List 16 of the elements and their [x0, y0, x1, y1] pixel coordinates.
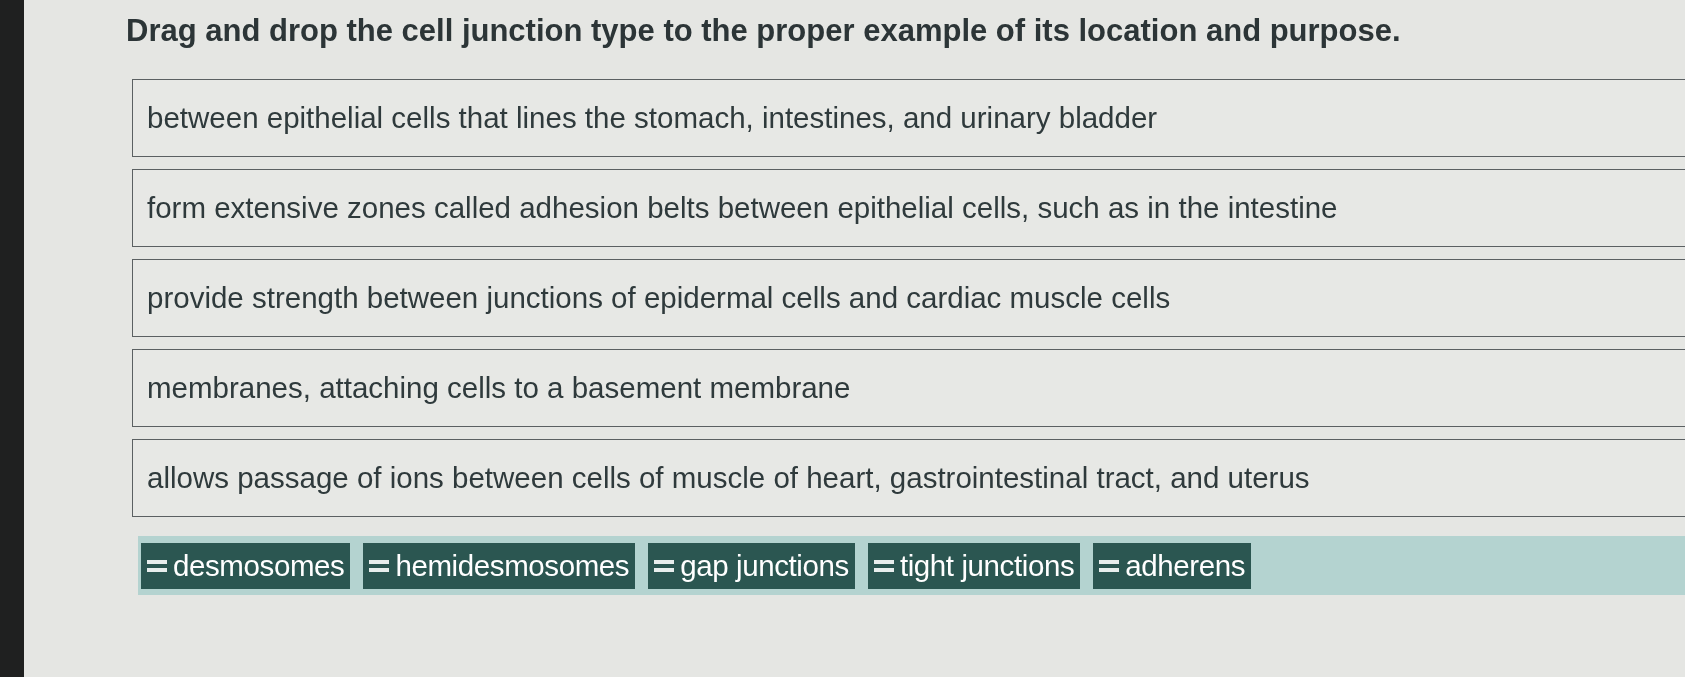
drop-zone[interactable]: allows passage of ions between cells of muscle of heart, gastrointestinal tract, and uterus — [132, 439, 1685, 518]
drag-handle-icon — [369, 559, 390, 572]
drag-handle-icon — [1099, 559, 1120, 572]
drag-handle-icon — [654, 559, 675, 572]
drag-handle-icon — [873, 559, 894, 572]
drop-zone[interactable]: form extensive zones called adhesion belts between epithelial cells, such as in the intestine — [132, 169, 1685, 248]
drag-option[interactable]: desmosomes — [141, 542, 351, 589]
drop-zone[interactable]: provide strength between junctions of epidermal cells and cardiac muscle cells — [132, 259, 1685, 338]
drag-option[interactable]: adherens — [1093, 542, 1252, 589]
drag-option[interactable]: gap junctions — [648, 542, 855, 589]
drag-handle-icon — [147, 559, 167, 572]
drag-option[interactable]: tight junctions — [867, 542, 1081, 589]
drop-zone[interactable]: membranes, attaching cells to a basement membrane — [132, 349, 1685, 428]
question-title: Drag and drop the cell junction type to the proper example of its location and purpose. — [126, 12, 1402, 50]
drag-option[interactable]: hemidesmosomes — [363, 542, 636, 589]
drop-zone[interactable]: between epithelial cells that lines the stomach, intestines, and urinary bladder — [132, 79, 1685, 158]
